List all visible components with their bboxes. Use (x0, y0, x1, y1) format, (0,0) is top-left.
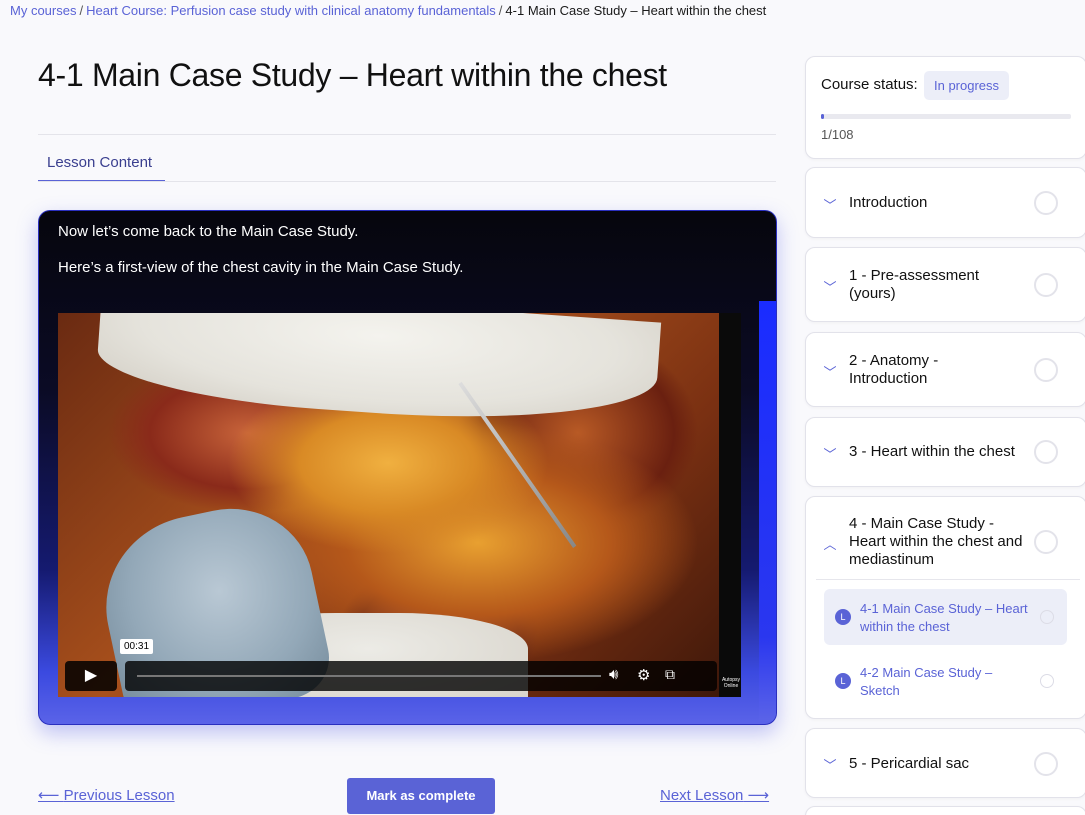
lesson-item-4-1[interactable]: L 4-1 Main Case Study – Heart within the… (824, 589, 1067, 645)
picture-in-picture-icon[interactable]: ⧉ (665, 666, 675, 683)
lesson-type-badge: L (835, 609, 851, 625)
video-letterbox (719, 313, 741, 697)
play-button[interactable]: ▶ (65, 661, 117, 691)
volume-icon[interactable]: 🔊︎ (609, 666, 618, 683)
arrow-left-icon: ⟵ (38, 787, 64, 804)
previous-lesson-label: Previous Lesson (63, 787, 175, 804)
lesson-type-badge: L (835, 673, 851, 689)
video-player[interactable]: ▶ 00:31 🔊︎ ⚙ ⧉ Autopsy Online (58, 313, 741, 697)
section-title: Introduction (849, 194, 928, 211)
lesson-completion-ring-icon (1040, 610, 1054, 624)
chevron-down-icon: ﹀ (823, 365, 837, 380)
divider (38, 134, 776, 135)
lesson-item-4-2[interactable]: L 4-2 Main Case Study – Sketch (824, 653, 1067, 709)
section-title: 5 - Pericardial sac (849, 755, 970, 772)
breadcrumb-my-courses[interactable]: My courses (10, 3, 76, 18)
course-progress-fill (821, 114, 824, 119)
course-progress-count: 1/108 (821, 127, 854, 142)
page-title: 4-1 Main Case Study – Heart within the c… (38, 57, 667, 93)
chevron-down-icon: ﹀ (823, 280, 837, 295)
section-next-partial[interactable] (805, 806, 1085, 815)
section-pre-assessment[interactable]: ﹀ 1 - Pre-assessment (yours) (805, 247, 1085, 322)
chevron-down-icon: ﹀ (823, 447, 837, 462)
lesson-paragraph: Here’s a first-view of the chest cavity … (58, 259, 464, 276)
lesson-completion-ring-icon (1040, 674, 1054, 688)
video-progress-bar[interactable] (137, 675, 601, 677)
lesson-title: 4-2 Main Case Study – Sketch (860, 665, 993, 698)
chevron-down-icon: ﹀ (823, 198, 837, 213)
section-main-case-study[interactable]: ︿ 4 - Main Case Study - Heart within the… (805, 496, 1085, 719)
section-pericardial-sac[interactable]: ﹀ 5 - Pericardial sac (805, 728, 1085, 798)
divider (38, 181, 776, 182)
section-title: 1 - Pre-assessment (yours) (849, 267, 980, 302)
lesson-title: 4-1 Main Case Study – Heart within the c… (860, 601, 1028, 634)
completion-ring-icon (1034, 358, 1058, 382)
divider (816, 579, 1080, 580)
mark-complete-button[interactable]: Mark as complete (347, 778, 495, 814)
breadcrumb-separator: / (79, 3, 84, 18)
breadcrumb: My courses / Heart Course: Perfusion case … (10, 3, 766, 18)
section-heart-within-chest[interactable]: ﹀ 3 - Heart within the chest (805, 417, 1085, 487)
section-anatomy-introduction[interactable]: ﹀ 2 - Anatomy - Introduction (805, 332, 1085, 407)
section-title: 4 - Main Case Study - Heart within the c… (849, 515, 1023, 568)
breadcrumb-separator: / (498, 3, 503, 18)
arrow-right-icon: ⟶ (743, 787, 770, 804)
completion-ring-icon (1034, 752, 1058, 776)
status-badge: In progress (924, 71, 1010, 100)
course-status-label: Course status: (821, 76, 918, 93)
tab-lesson-content[interactable]: Lesson Content (38, 147, 165, 182)
breadcrumb-course[interactable]: Heart Course: Perfusion case study with … (86, 3, 496, 18)
video-controls: ▶ 00:31 🔊︎ ⚙ ⧉ (65, 639, 735, 691)
lesson-paragraph: Now let’s come back to the Main Case Stu… (58, 223, 359, 240)
section-title: 2 - Anatomy - Introduction (849, 352, 939, 387)
completion-ring-icon (1034, 273, 1058, 297)
video-watermark: Autopsy Online (721, 677, 741, 689)
decorative-strip (759, 301, 776, 721)
next-lesson-label: Next Lesson (660, 787, 744, 804)
previous-lesson-link[interactable]: ⟵ Previous Lesson (38, 786, 175, 804)
chevron-down-icon: ﹀ (823, 758, 837, 773)
section-title: 3 - Heart within the chest (849, 443, 1015, 460)
chevron-up-icon: ︿ (823, 537, 837, 552)
course-status-card: Course status: In progress 1/108 (805, 56, 1085, 159)
play-icon: ▶ (84, 667, 98, 684)
video-time-tooltip: 00:31 (120, 639, 154, 654)
breadcrumb-current: 4-1 Main Case Study – Heart within the c… (505, 3, 767, 18)
next-lesson-link[interactable]: Next Lesson ⟶ (660, 786, 769, 804)
lesson-content-card: Now let’s come back to the Main Case Stu… (38, 210, 777, 725)
completion-ring-icon (1034, 440, 1058, 464)
section-introduction[interactable]: ﹀ Introduction (805, 167, 1085, 238)
completion-ring-icon (1034, 530, 1058, 554)
completion-ring-icon (1034, 191, 1058, 215)
course-progress-bar (821, 114, 1071, 119)
settings-gear-icon[interactable]: ⚙ (637, 666, 650, 684)
